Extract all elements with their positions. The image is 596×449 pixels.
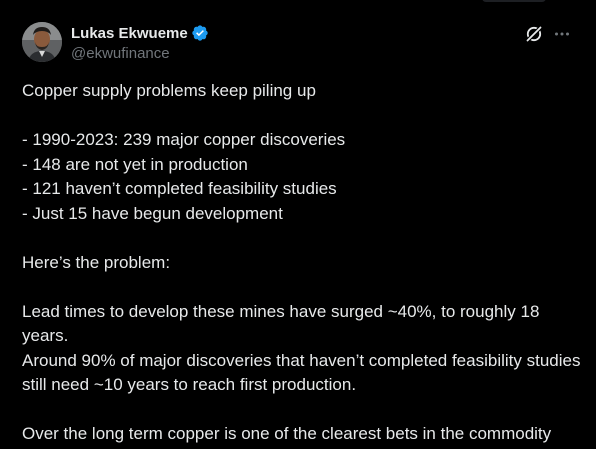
tweet-header: Lukas Ekwueme @ekwufinance <box>22 22 574 66</box>
tweet-line: - 148 are not yet in production <box>22 154 248 174</box>
avatar-image <box>22 22 62 62</box>
author-display-name[interactable]: Lukas Ekwueme <box>71 25 188 42</box>
tweet-line: Copper supply problems keep piling up <box>22 81 316 100</box>
tweet-line: - 1990-2023: 239 major copper discoverie… <box>22 130 346 149</box>
tweet-line: Around 90% of major discoveries that hav… <box>22 350 586 395</box>
tweet-text: Copper supply problems keep piling up - … <box>22 79 582 449</box>
author-names: Lukas Ekwueme @ekwufinance <box>71 23 209 63</box>
tweet-line: Here’s the problem: <box>22 252 171 272</box>
tweet-line: - Just 15 have begun development <box>22 203 283 223</box>
tweet-line: Lead times to develop these mines have s… <box>22 301 545 346</box>
tweet-actions <box>524 24 572 44</box>
tweet-line: Over the long term copper is one of the … <box>22 424 552 449</box>
display-name-row: Lukas Ekwueme <box>71 23 209 43</box>
author-handle[interactable]: @ekwufinance <box>71 45 209 63</box>
top-toolbar-edge <box>482 0 546 2</box>
grok-icon[interactable] <box>524 24 544 44</box>
verified-badge-icon[interactable] <box>191 24 209 42</box>
tweet-line: - 121 haven’t completed feasibility stud… <box>22 179 337 198</box>
more-options-icon[interactable] <box>552 24 572 44</box>
avatar[interactable] <box>22 22 62 62</box>
